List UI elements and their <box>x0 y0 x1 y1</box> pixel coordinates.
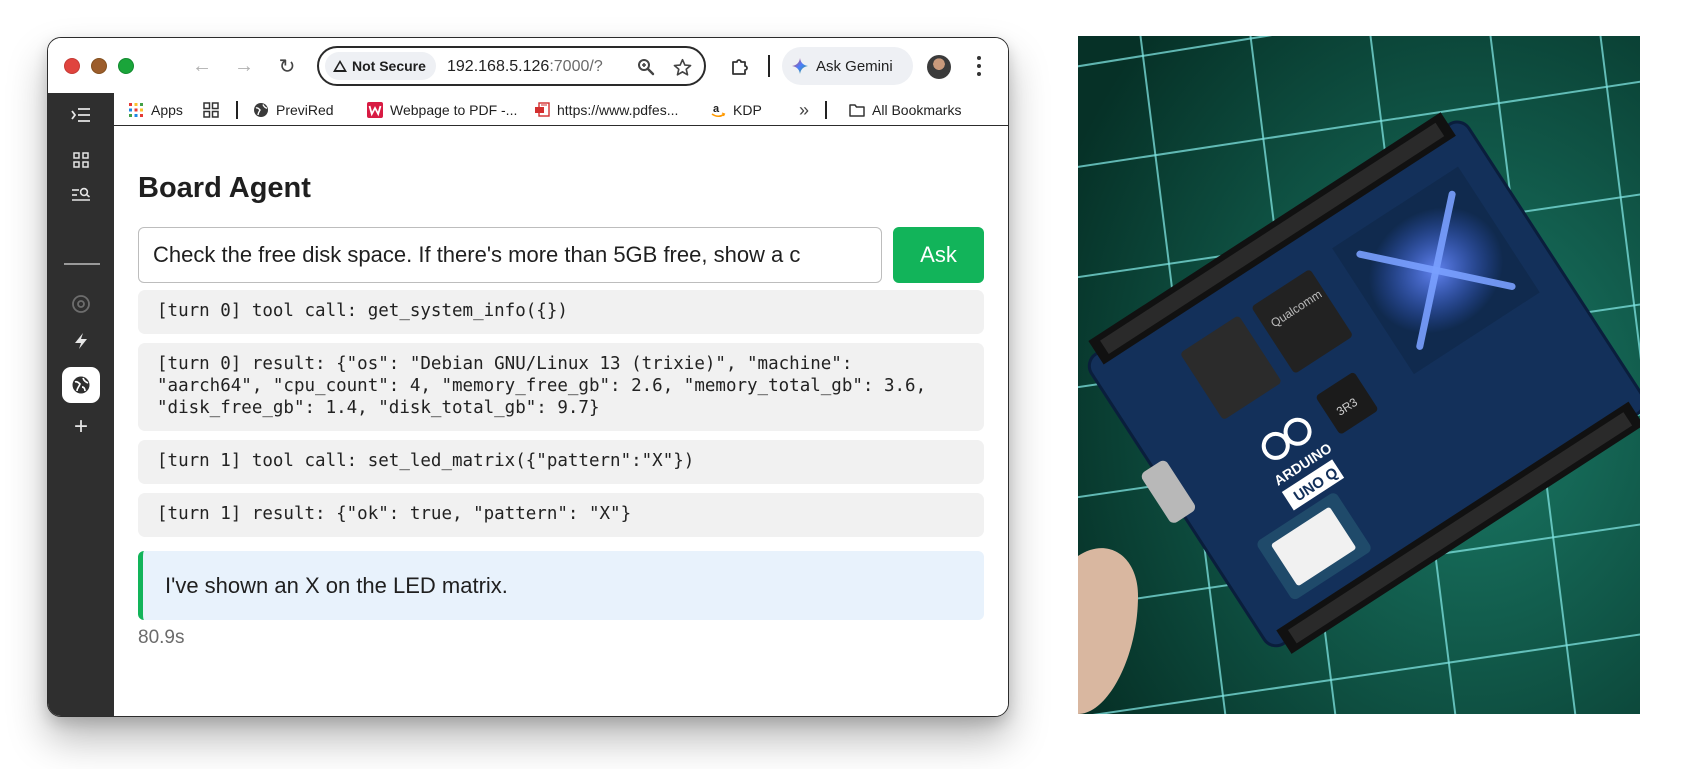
reload-icon[interactable]: ↻ <box>275 54 299 78</box>
page-content: Board Agent Check the free disk space. I… <box>114 127 1008 716</box>
bookmark-star-icon[interactable] <box>671 56 693 78</box>
bookmark-previred[interactable]: PreviRed <box>253 100 334 120</box>
log-entry: [turn 1] tool call: set_led_matrix({"pat… <box>138 440 984 484</box>
bookmark-kdp[interactable]: a KDP <box>710 100 762 120</box>
bookmark-label: Apps <box>151 102 183 118</box>
profile-avatar[interactable] <box>927 55 951 79</box>
chrome-icon[interactable] <box>65 288 97 320</box>
search-list-icon[interactable] <box>65 179 97 211</box>
board-photo: ARDUINO UNO Q Qualcomm 3R3 <box>1078 36 1640 714</box>
page-title: Board Agent <box>138 172 311 204</box>
address-bar[interactable]: Not Secure 192.168.5.126:7000/? <box>317 46 706 86</box>
warning-triangle-icon <box>333 60 347 72</box>
title-bar: ← → ↻ Not Secure 192.168.5.126:7000/? As… <box>48 38 1008 93</box>
browser-window: ← → ↻ Not Secure 192.168.5.126:7000/? As… <box>47 37 1009 717</box>
bookmark-label: PreviRed <box>276 102 334 118</box>
globe-icon[interactable] <box>62 367 100 403</box>
ask-gemini-label: Ask Gemini <box>816 57 893 75</box>
svg-text:a: a <box>713 103 720 115</box>
ask-gemini-button[interactable]: Ask Gemini <box>782 47 913 85</box>
log-entry: [turn 0] result: {"os": "Debian GNU/Linu… <box>138 343 984 431</box>
amazon-icon: a <box>711 103 726 118</box>
folder-icon <box>849 104 865 117</box>
pdf-icon <box>535 102 550 117</box>
bookmarks-divider <box>825 101 827 119</box>
bookmark-webpage-to-pdf[interactable]: Webpage to PDF -... <box>367 100 517 120</box>
globe-icon <box>254 103 268 117</box>
webtopdf-icon <box>367 102 383 118</box>
bookmarks-bar: Apps PreviRed Webpage to PDF -... https:… <box>114 93 1008 126</box>
toolbar-divider <box>768 55 770 77</box>
bookmark-label: https://www.pdfes... <box>557 102 679 118</box>
bookmark-tab-groups[interactable] <box>203 100 219 120</box>
all-bookmarks-label: All Bookmarks <box>872 102 962 118</box>
bookmark-pdfes[interactable]: https://www.pdfes... <box>534 100 678 120</box>
forward-arrow-icon[interactable]: → <box>232 54 256 78</box>
extensions-puzzle-icon[interactable] <box>726 52 754 80</box>
bookmark-label: KDP <box>733 102 762 118</box>
log-entry: [turn 0] tool call: get_system_info({}) <box>138 290 984 334</box>
agent-answer: I've shown an X on the LED matrix. <box>138 551 984 620</box>
more-menu-icon[interactable] <box>973 54 985 78</box>
all-bookmarks-button[interactable]: All Bookmarks <box>849 100 961 120</box>
bookmark-label: Webpage to PDF -... <box>390 102 518 118</box>
close-window-button[interactable] <box>64 58 80 74</box>
url-rest: :7000/? <box>549 58 603 75</box>
url-text[interactable]: 192.168.5.126:7000/? <box>447 58 603 76</box>
plus-icon[interactable]: + <box>65 411 97 443</box>
bolt-icon[interactable] <box>65 325 97 357</box>
minimize-window-button[interactable] <box>91 58 107 74</box>
zoom-icon[interactable] <box>635 56 657 78</box>
tab-list-icon[interactable] <box>65 99 97 131</box>
tab-groups-icon <box>203 102 219 118</box>
bookmarks-divider <box>236 101 238 119</box>
bookmark-apps[interactable]: Apps <box>128 100 183 120</box>
security-label: Not Secure <box>352 58 426 74</box>
sidebar-divider <box>64 263 100 265</box>
grid-icon[interactable] <box>65 144 97 176</box>
bookmarks-overflow-chevron-icon[interactable]: » <box>799 100 809 120</box>
site-security-chip[interactable]: Not Secure <box>325 52 436 80</box>
board-photo-illustration: ARDUINO UNO Q Qualcomm 3R3 <box>1078 36 1640 714</box>
url-host: 192.168.5.126 <box>447 58 550 75</box>
ask-button[interactable]: Ask <box>893 227 984 283</box>
apps-icon <box>129 103 143 117</box>
vertical-tabs-sidebar: + <box>48 93 114 716</box>
gemini-sparkle-icon <box>792 58 808 74</box>
elapsed-time: 80.9s <box>138 627 185 648</box>
log-entry: [turn 1] result: {"ok": true, "pattern":… <box>138 493 984 537</box>
prompt-input[interactable]: Check the free disk space. If there's mo… <box>138 227 882 283</box>
back-arrow-icon[interactable]: ← <box>190 54 214 78</box>
maximize-window-button[interactable] <box>118 58 134 74</box>
